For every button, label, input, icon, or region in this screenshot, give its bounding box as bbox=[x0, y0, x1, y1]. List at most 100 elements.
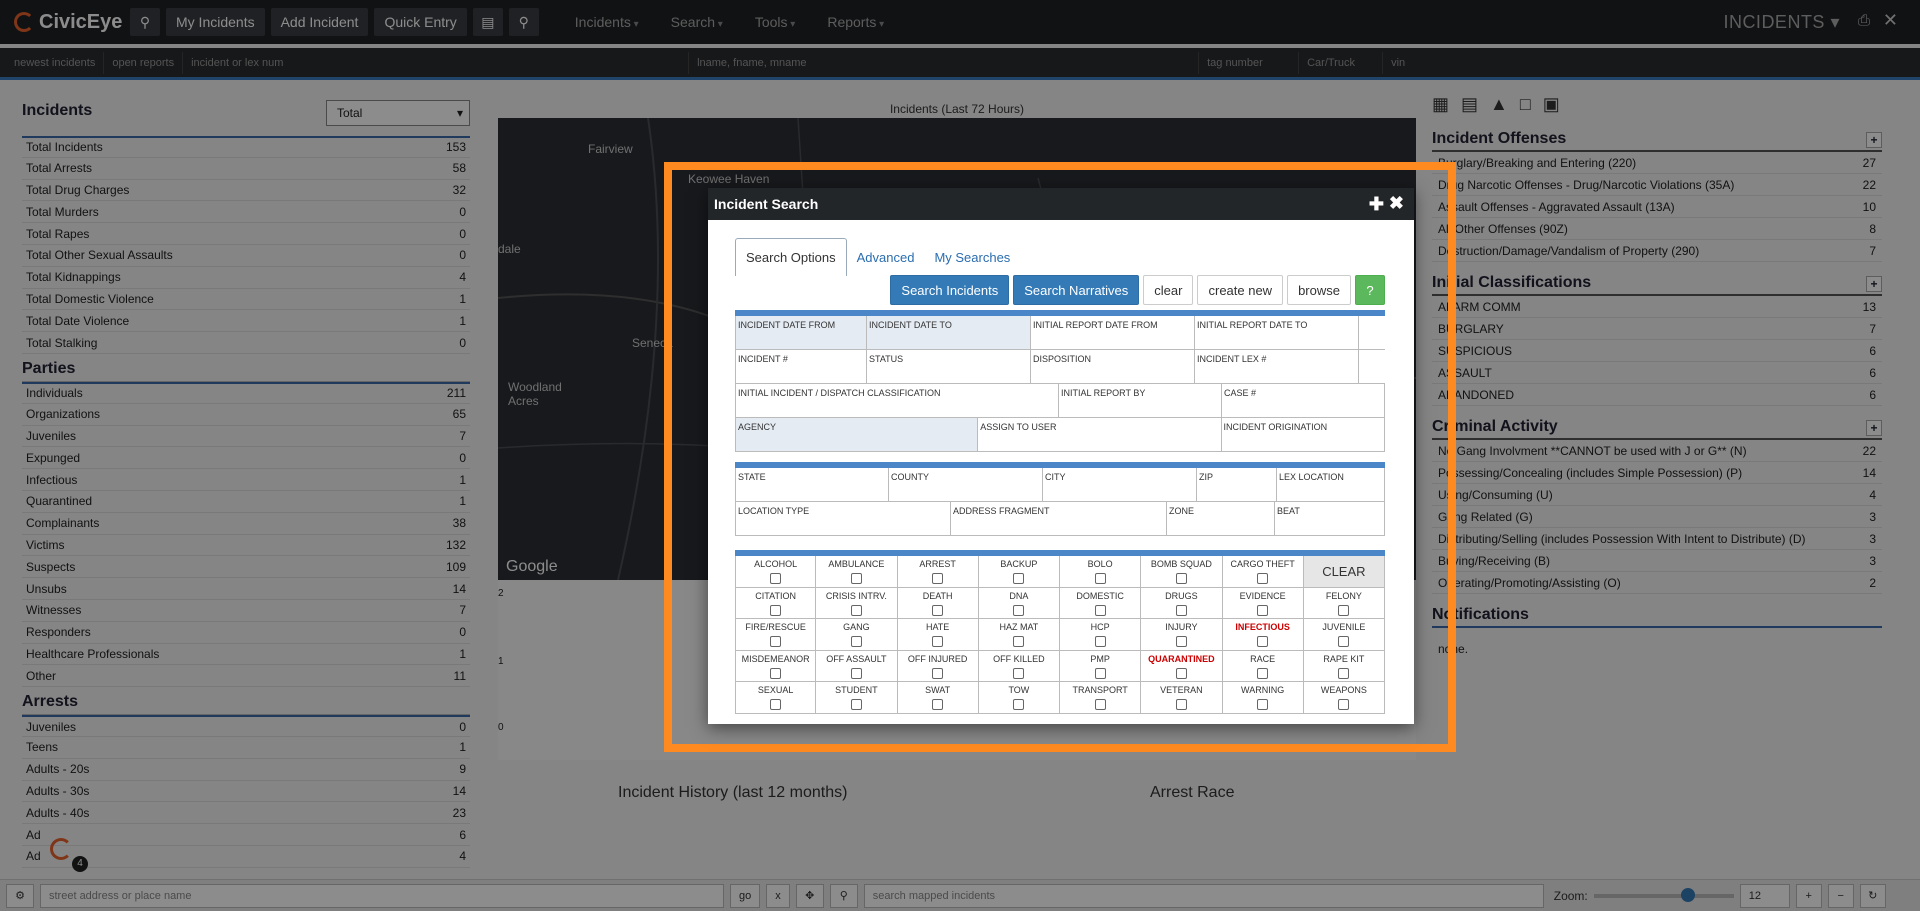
form-field[interactable]: INCIDENT DATE FROM bbox=[735, 316, 867, 349]
clear-flags-button[interactable]: clear bbox=[1303, 556, 1385, 587]
checkbox-input[interactable] bbox=[932, 636, 944, 647]
flag-checkbox[interactable]: CRISIS INTRV. bbox=[816, 587, 898, 618]
flag-checkbox[interactable]: VETERAN bbox=[1141, 682, 1223, 713]
checkbox-input[interactable] bbox=[1175, 667, 1187, 679]
form-field[interactable]: COUNTY bbox=[889, 468, 1043, 501]
flag-checkbox[interactable]: TOW bbox=[979, 682, 1060, 713]
checkbox-input[interactable] bbox=[850, 699, 862, 710]
checkbox-input[interactable] bbox=[1013, 573, 1025, 584]
checkbox-input[interactable] bbox=[850, 667, 862, 679]
checkbox-input[interactable] bbox=[1175, 636, 1187, 647]
create-new-button[interactable]: create new bbox=[1197, 275, 1284, 305]
checkbox-input[interactable] bbox=[770, 573, 782, 584]
form-field[interactable]: CITY bbox=[1043, 468, 1197, 501]
flag-checkbox[interactable]: OFF ASSAULT bbox=[816, 650, 898, 681]
checkbox-input[interactable] bbox=[1013, 667, 1025, 679]
flag-checkbox[interactable]: STUDENT bbox=[816, 682, 898, 713]
flag-checkbox[interactable]: BACKUP bbox=[979, 556, 1060, 587]
checkbox-input[interactable] bbox=[1338, 699, 1350, 710]
flag-checkbox[interactable]: JUVENILE bbox=[1304, 619, 1385, 650]
checkbox-input[interactable] bbox=[1094, 604, 1106, 616]
checkbox-input[interactable] bbox=[1338, 667, 1350, 679]
form-field[interactable]: ZIP bbox=[1197, 468, 1277, 501]
close-dialog-icon[interactable]: ✖ bbox=[1389, 193, 1404, 214]
form-field[interactable]: LEX LOCATION bbox=[1277, 468, 1385, 501]
clear-button[interactable]: clear bbox=[1143, 275, 1194, 305]
flag-checkbox[interactable]: TRANSPORT bbox=[1060, 682, 1142, 713]
checkbox-input[interactable] bbox=[1175, 573, 1187, 584]
flag-checkbox[interactable]: OFF KILLED bbox=[979, 650, 1060, 681]
form-field[interactable]: INCIDENT # bbox=[735, 350, 867, 383]
checkbox-input[interactable] bbox=[1094, 573, 1106, 584]
flag-checkbox[interactable]: AMBULANCE bbox=[816, 556, 898, 587]
checkbox-input[interactable] bbox=[1013, 604, 1025, 616]
checkbox-input[interactable] bbox=[1257, 667, 1269, 679]
tab-advanced[interactable]: Advanced bbox=[847, 238, 925, 276]
flag-checkbox[interactable]: BOMB SQUAD bbox=[1141, 556, 1223, 587]
checkbox-input[interactable] bbox=[932, 604, 944, 616]
browse-button[interactable]: browse bbox=[1287, 275, 1351, 305]
form-field[interactable]: ASSIGN TO USER bbox=[978, 418, 1222, 451]
checkbox-input[interactable] bbox=[1175, 699, 1187, 710]
tab-search-options[interactable]: Search Options bbox=[735, 238, 847, 276]
flag-checkbox[interactable]: BOLO bbox=[1060, 556, 1142, 587]
form-field[interactable]: AGENCY bbox=[735, 418, 979, 451]
flag-checkbox[interactable]: RACE bbox=[1223, 650, 1304, 681]
flag-checkbox[interactable]: DRUGS bbox=[1141, 587, 1223, 618]
flag-checkbox[interactable]: WEAPONS bbox=[1304, 682, 1385, 713]
flag-checkbox[interactable]: SEXUAL bbox=[735, 682, 817, 713]
help-button[interactable]: ? bbox=[1355, 275, 1385, 305]
flag-checkbox[interactable]: QUARANTINED bbox=[1141, 650, 1223, 681]
flag-checkbox[interactable]: FIRE/RESCUE bbox=[735, 619, 817, 650]
form-field[interactable]: INCIDENT DATE TO bbox=[867, 316, 1031, 349]
form-field[interactable]: INCIDENT LEX # bbox=[1195, 350, 1359, 383]
flag-checkbox[interactable]: OFF INJURED bbox=[898, 650, 979, 681]
flag-checkbox[interactable]: DNA bbox=[979, 587, 1060, 618]
flag-checkbox[interactable]: CITATION bbox=[735, 587, 817, 618]
checkbox-input[interactable] bbox=[850, 636, 862, 647]
checkbox-input[interactable] bbox=[770, 667, 782, 679]
checkbox-input[interactable] bbox=[932, 573, 944, 584]
form-field[interactable]: INITIAL REPORT BY bbox=[1059, 384, 1222, 417]
checkbox-input[interactable] bbox=[1013, 636, 1025, 647]
checkbox-input[interactable] bbox=[1257, 573, 1269, 584]
checkbox-input[interactable] bbox=[1094, 699, 1106, 710]
checkbox-input[interactable] bbox=[1013, 699, 1025, 710]
checkbox-input[interactable] bbox=[1094, 667, 1106, 679]
form-field[interactable]: CASE # bbox=[1222, 384, 1385, 417]
checkbox-input[interactable] bbox=[932, 667, 944, 679]
search-incidents-button[interactable]: Search Incidents bbox=[890, 275, 1010, 305]
checkbox-input[interactable] bbox=[1257, 699, 1269, 710]
flag-checkbox[interactable]: RAPE KIT bbox=[1304, 650, 1385, 681]
flag-checkbox[interactable]: FELONY bbox=[1304, 587, 1385, 618]
checkbox-input[interactable] bbox=[1175, 604, 1187, 616]
form-field[interactable]: STATUS bbox=[867, 350, 1031, 383]
flag-checkbox[interactable]: HATE bbox=[898, 619, 979, 650]
flag-checkbox[interactable]: EVIDENCE bbox=[1223, 587, 1304, 618]
checkbox-input[interactable] bbox=[1257, 636, 1269, 647]
form-field[interactable]: INITIAL INCIDENT / DISPATCH CLASSIFICATI… bbox=[735, 384, 1059, 417]
checkbox-input[interactable] bbox=[1338, 604, 1350, 616]
checkbox-input[interactable] bbox=[770, 699, 782, 710]
form-field[interactable]: ADDRESS FRAGMENT bbox=[951, 502, 1167, 535]
flag-checkbox[interactable]: WARNING bbox=[1223, 682, 1304, 713]
form-field[interactable]: STATE bbox=[735, 468, 889, 501]
flag-checkbox[interactable]: SWAT bbox=[898, 682, 979, 713]
checkbox-input[interactable] bbox=[1338, 636, 1350, 647]
flag-checkbox[interactable]: ARREST bbox=[898, 556, 979, 587]
flag-checkbox[interactable]: GANG bbox=[816, 619, 898, 650]
form-field[interactable]: ZONE bbox=[1167, 502, 1275, 535]
form-field[interactable]: BEAT bbox=[1275, 502, 1385, 535]
flag-checkbox[interactable]: HAZ MAT bbox=[979, 619, 1060, 650]
checkbox-input[interactable] bbox=[850, 604, 862, 616]
checkbox-input[interactable] bbox=[932, 699, 944, 710]
flag-checkbox[interactable]: HCP bbox=[1060, 619, 1142, 650]
flag-checkbox[interactable]: ALCOHOL bbox=[735, 556, 817, 587]
checkbox-input[interactable] bbox=[770, 636, 782, 647]
form-field[interactable]: INITIAL REPORT DATE TO bbox=[1195, 316, 1359, 349]
flag-checkbox[interactable]: PMP bbox=[1060, 650, 1142, 681]
flag-checkbox[interactable]: INFECTIOUS bbox=[1223, 619, 1304, 650]
checkbox-input[interactable] bbox=[1094, 636, 1106, 647]
tab-my-searches[interactable]: My Searches bbox=[924, 238, 1020, 276]
flag-checkbox[interactable]: CARGO THEFT bbox=[1223, 556, 1304, 587]
